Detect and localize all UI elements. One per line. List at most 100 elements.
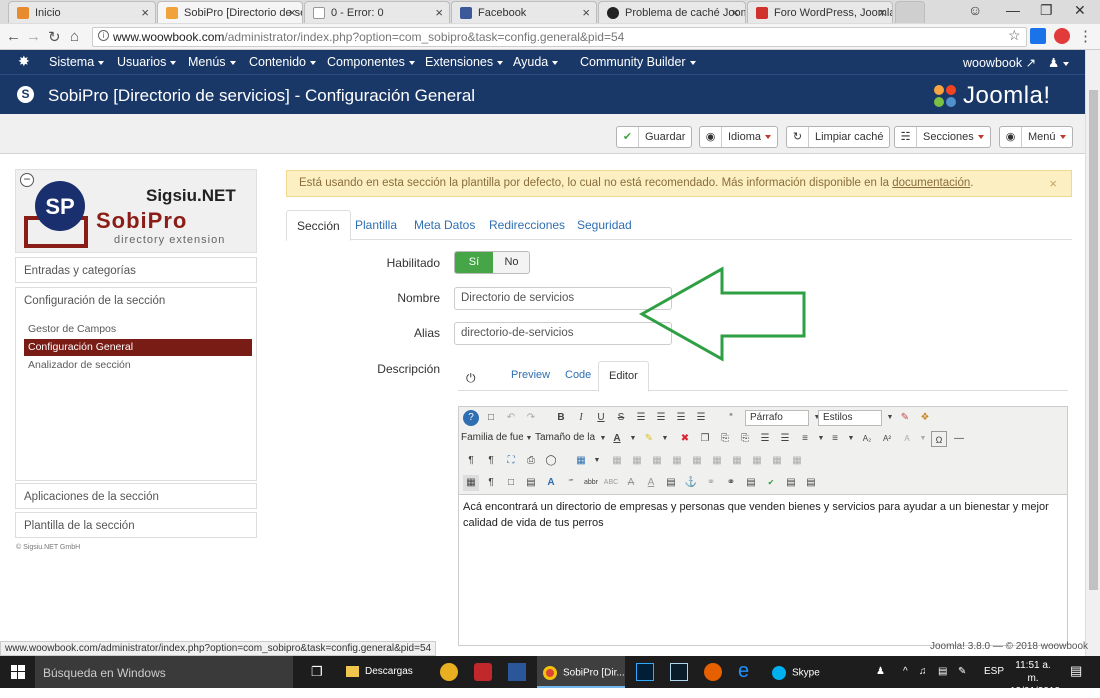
paste-icon[interactable]: ⎘ bbox=[717, 431, 733, 447]
undo-icon[interactable]: ↶ bbox=[503, 410, 519, 426]
browser-tab-github[interactable]: Problema de caché Joom × bbox=[598, 1, 746, 23]
pagebreak-icon[interactable]: ▤ bbox=[783, 475, 799, 491]
close-icon[interactable]: × bbox=[1049, 176, 1057, 191]
sidebar-item-section-config[interactable]: Configuración de la sección bbox=[15, 287, 257, 314]
firefox-icon[interactable] bbox=[704, 663, 722, 681]
font-family-select[interactable]: Familia de fue bbox=[461, 431, 523, 447]
styles-select[interactable]: Estilos bbox=[818, 410, 882, 426]
taskbar-app-skype[interactable]: Skype bbox=[766, 656, 858, 688]
browser-tab-inicio[interactable]: Inicio × bbox=[8, 1, 156, 23]
table-row-props-icon[interactable]: ▦ bbox=[609, 453, 625, 469]
profile-icon[interactable]: ☺ bbox=[968, 2, 982, 18]
network-icon[interactable]: ▤ bbox=[938, 666, 947, 677]
close-icon[interactable]: × bbox=[731, 5, 739, 20]
chevron-down-icon[interactable]: ▼ bbox=[915, 431, 931, 447]
edge-icon[interactable]: e bbox=[738, 660, 749, 683]
notifications-icon[interactable]: ▤ bbox=[1070, 663, 1082, 679]
browser-tab-foro[interactable]: Foro WordPress, Joomla × bbox=[747, 1, 893, 23]
app-icon[interactable] bbox=[474, 663, 492, 681]
close-icon[interactable]: × bbox=[878, 5, 886, 20]
insert-row-after-icon[interactable]: ▦ bbox=[669, 453, 685, 469]
sections-button[interactable]: ☵ Secciones bbox=[894, 126, 991, 148]
reload-icon[interactable]: ↻ bbox=[48, 28, 61, 46]
superscript-icon[interactable]: A² bbox=[879, 431, 895, 447]
italic-icon[interactable]: I bbox=[573, 410, 589, 426]
app-icon[interactable] bbox=[440, 663, 458, 681]
close-icon[interactable]: × bbox=[141, 5, 149, 20]
tab-plantilla[interactable]: Plantilla bbox=[355, 218, 397, 232]
sidebar-item-field-manager[interactable]: Gestor de Campos bbox=[24, 321, 252, 338]
menu-community-builder[interactable]: Community Builder bbox=[580, 55, 696, 69]
delete-text-icon[interactable]: A bbox=[623, 475, 639, 491]
align-center-icon[interactable]: ☰ bbox=[653, 410, 669, 426]
subscript-icon[interactable]: A₂ bbox=[859, 431, 875, 447]
paste-word-icon[interactable]: ⎘ bbox=[737, 431, 753, 447]
chevron-down-icon[interactable]: ▼ bbox=[657, 431, 673, 447]
highlight-icon[interactable]: ✎ bbox=[641, 431, 657, 447]
language-indicator[interactable]: ESP bbox=[984, 666, 1004, 677]
link-icon[interactable]: ⚭ bbox=[723, 475, 739, 491]
chevron-down-icon[interactable]: ▼ bbox=[589, 453, 605, 469]
anchor-icon[interactable]: ⚓ bbox=[683, 475, 699, 491]
chevron-down-icon[interactable]: ▼ bbox=[625, 431, 641, 447]
taskbar-app-descargas[interactable]: Descargas bbox=[340, 656, 428, 688]
format-select[interactable]: Párrafo bbox=[745, 410, 809, 426]
browser-menu-icon[interactable]: ⋮ bbox=[1078, 27, 1093, 45]
print-icon[interactable]: ⎙ bbox=[523, 453, 539, 469]
spellcheck-icon[interactable]: A bbox=[543, 475, 559, 491]
maximize-icon[interactable]: ❐ bbox=[1040, 2, 1053, 19]
eraser-icon[interactable]: ✎ bbox=[897, 410, 913, 426]
editor-content[interactable]: Acá encontrará un directorio de empresas… bbox=[463, 499, 1059, 531]
sidebar-item-section-analyzer[interactable]: Analizador de sección bbox=[24, 357, 252, 374]
documentation-link[interactable]: documentación bbox=[892, 177, 970, 189]
tab-seccion[interactable]: Sección bbox=[286, 210, 351, 241]
adblock-icon[interactable] bbox=[1054, 28, 1070, 44]
close-icon[interactable]: × bbox=[582, 5, 590, 20]
user-menu[interactable]: ♟ bbox=[1048, 55, 1070, 70]
menu-ayuda[interactable]: Ayuda bbox=[513, 55, 559, 69]
text-color-icon[interactable]: A bbox=[609, 431, 625, 447]
paste-text-icon[interactable]: ☰ bbox=[757, 431, 773, 447]
unlink-icon[interactable]: ⚭ bbox=[703, 475, 719, 491]
tab-preview[interactable]: Preview bbox=[511, 369, 550, 381]
delete-col-icon[interactable]: ▦ bbox=[749, 453, 765, 469]
table-icon[interactable]: ▦ bbox=[573, 453, 589, 469]
joomla-small-icon[interactable]: ✸ bbox=[18, 53, 30, 70]
cite-icon[interactable]: “” bbox=[563, 475, 579, 491]
close-icon[interactable]: × bbox=[435, 5, 443, 20]
new-tab-button[interactable] bbox=[895, 1, 925, 23]
pen-icon[interactable]: ✎ bbox=[958, 666, 966, 677]
horizontal-rule-icon[interactable]: — bbox=[951, 431, 967, 447]
insert-text-icon[interactable]: A bbox=[643, 475, 659, 491]
redo-icon[interactable]: ↷ bbox=[523, 410, 539, 426]
browser-tab-error[interactable]: 0 - Error: 0 × bbox=[304, 1, 450, 23]
attributes-icon[interactable]: ▤ bbox=[663, 475, 679, 491]
new-document-icon[interactable]: □ bbox=[483, 410, 499, 426]
find-icon[interactable]: ☰ bbox=[777, 431, 793, 447]
tab-meta-datos[interactable]: Meta Datos bbox=[414, 218, 475, 232]
menu-componentes[interactable]: Componentes bbox=[327, 55, 415, 69]
back-icon[interactable]: ← bbox=[6, 28, 21, 45]
browser-tab-facebook[interactable]: Facebook × bbox=[451, 1, 597, 23]
sidebar-item-general-config[interactable]: Configuración General bbox=[24, 339, 252, 356]
template-icon[interactable]: ▤ bbox=[523, 475, 539, 491]
search-icon[interactable]: ◯ bbox=[543, 453, 559, 469]
minimize-icon[interactable]: — bbox=[1006, 2, 1020, 18]
menu-contenido[interactable]: Contenido bbox=[249, 55, 316, 69]
menu-usuarios[interactable]: Usuarios bbox=[117, 55, 177, 69]
chevron-down-icon[interactable]: ▼ bbox=[843, 431, 859, 447]
toggle-editor-power-icon[interactable]: ⏻ bbox=[466, 371, 476, 386]
tab-redirecciones[interactable]: Redirecciones bbox=[489, 218, 565, 232]
help-icon[interactable]: ? bbox=[463, 410, 479, 426]
scrollbar-thumb[interactable] bbox=[1089, 90, 1098, 590]
abbr-icon[interactable]: abbr bbox=[583, 475, 599, 491]
underline-icon[interactable]: U bbox=[593, 410, 609, 426]
home-icon[interactable]: ⌂ bbox=[70, 28, 79, 45]
forward-icon[interactable]: → bbox=[26, 28, 41, 45]
close-window-icon[interactable]: ✕ bbox=[1074, 2, 1086, 19]
image-icon[interactable]: ▤ bbox=[743, 475, 759, 491]
case-icon[interactable]: A bbox=[899, 431, 915, 447]
language-button[interactable]: ◉ Idioma bbox=[699, 126, 779, 148]
cleanup-icon[interactable]: ❖ bbox=[917, 410, 933, 426]
menu-menus[interactable]: Menús bbox=[188, 55, 236, 69]
